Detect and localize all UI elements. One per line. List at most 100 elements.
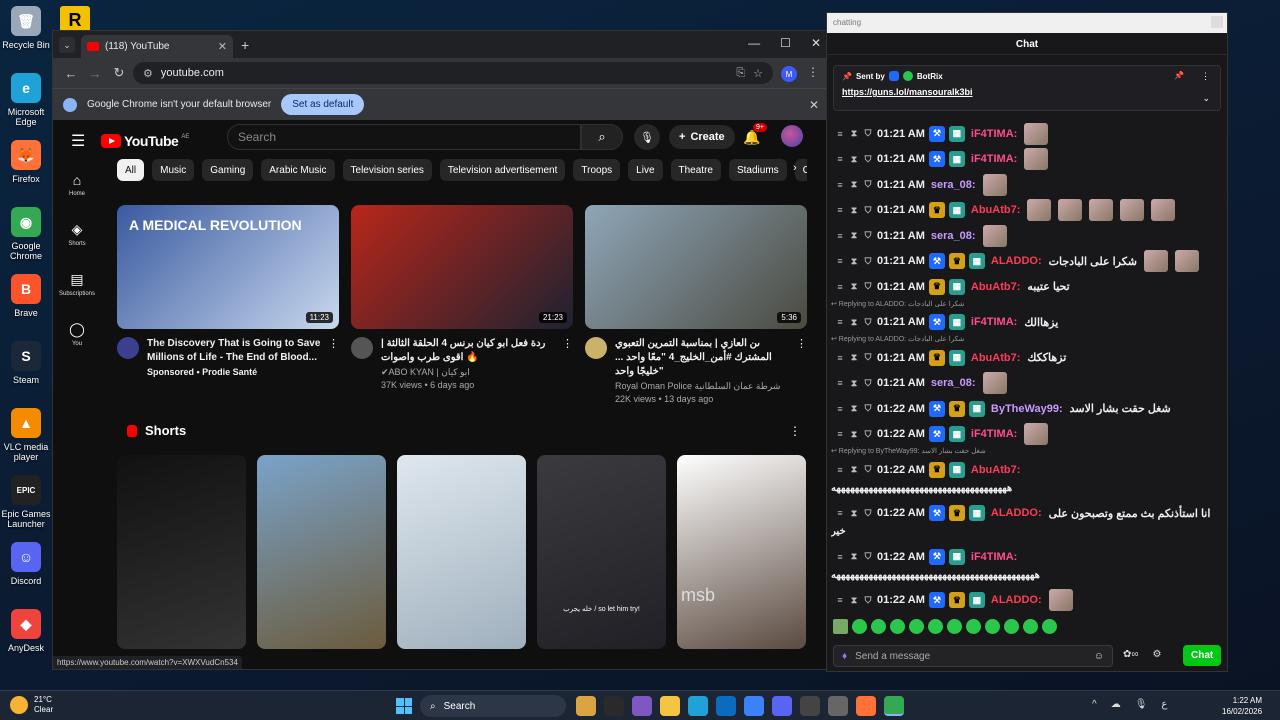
shield-icon[interactable]: ⛉ [863,205,873,216]
channel-avatar[interactable] [585,337,607,359]
taskbar-app-icon[interactable] [828,696,848,716]
chat-username[interactable]: sera_08: [931,179,976,191]
desktop-icon-firefox[interactable]: 🦊 Firefox [0,138,52,205]
short-card[interactable] [117,455,246,649]
desktop-icon-discord[interactable]: ☺ Discord [0,540,52,607]
shield-icon[interactable]: ⛉ [863,429,873,440]
youtube-logo[interactable]: YouTube AE [101,133,189,149]
channel-name[interactable]: ✔ABO KYAN | ابو كيان [381,367,559,378]
quick-emote-icon[interactable] [966,619,981,634]
chat-username[interactable]: ALADDO: [991,255,1042,267]
chips-next-icon[interactable]: › [793,162,797,174]
timeout-icon[interactable]: ⧗ [849,128,859,139]
settings-gear-icon[interactable]: ⚙ [1153,649,1162,660]
short-thumbnail[interactable] [257,455,386,649]
nav-item-subscriptions[interactable]: ▤ Subscriptions [53,259,101,309]
shield-icon[interactable]: ⛉ [863,378,873,389]
minimize-button[interactable]: — [748,36,760,50]
channel-avatar[interactable] [117,337,139,359]
quick-emote-icon[interactable] [947,619,962,634]
chat-username[interactable]: AbuAtb7: [971,464,1021,476]
filter-chip[interactable]: Live [628,159,663,181]
points-icon[interactable]: ✿∞ [1123,649,1139,660]
forward-button[interactable]: → [85,66,105,81]
quick-emote-icon[interactable] [1004,619,1019,634]
channel-name[interactable]: Royal Oman Police شرطة عمان السلطانية [615,381,793,392]
shield-icon[interactable]: ⛉ [863,154,873,165]
filter-chip[interactable]: Arabic Music [261,159,335,181]
timeout-icon[interactable]: ⧗ [849,317,859,328]
reply-context[interactable]: ↩ Replying to ALADDO: شكرا على البادجات [831,300,1221,310]
timeout-icon[interactable]: ⧗ [849,403,859,414]
shield-icon[interactable]: ⛉ [863,230,873,241]
mod-menu-icon[interactable]: ≡ [835,317,845,327]
taskbar-app-icon[interactable] [688,696,708,716]
shield-icon[interactable]: ⛉ [863,508,873,519]
shield-icon[interactable]: ⛉ [863,403,873,414]
shorts-more-icon[interactable]: ⋮ [789,424,801,438]
profile-avatar[interactable]: M [781,66,797,82]
desktop-icon-vlc-media-player[interactable]: ▲ VLC media player [0,406,52,473]
chat-input[interactable]: ♦ Send a message ☺ [833,645,1113,667]
chat-username[interactable]: sera_08: [931,230,976,242]
shield-icon[interactable]: ⛉ [863,464,873,475]
shield-icon[interactable]: ⛉ [863,551,873,562]
reply-context[interactable]: ↩ Replying to ByTheWay99: شغل حقت بشار ا… [831,447,1221,457]
short-thumbnail[interactable]: خله يجرب / so let him try! [537,455,666,649]
chat-username[interactable]: iF4TIMA: [971,551,1017,563]
channel-name[interactable]: Sponsored • Prodie Santé [147,367,325,377]
mod-menu-icon[interactable]: ≡ [835,465,845,475]
tray-chevron-icon[interactable]: ^ [1092,699,1097,710]
taskbar-app-icon[interactable] [632,696,652,716]
video-thumbnail[interactable]: 21:23 [351,205,573,329]
account-avatar[interactable] [781,125,803,147]
chat-username[interactable]: AbuAtb7: [971,352,1021,364]
close-tab-icon[interactable]: ✕ [218,40,227,53]
filter-chip[interactable]: Theatre [670,159,721,181]
taskbar-app-icon[interactable] [800,696,820,716]
filter-chip[interactable]: All [117,159,145,181]
shield-icon[interactable]: ⛉ [863,128,873,139]
network-icon[interactable]: ☁ [1111,699,1121,710]
filter-chip[interactable]: Television series [342,159,432,181]
short-thumbnail[interactable] [397,455,526,649]
taskbar-app-icon[interactable] [716,696,736,716]
shield-icon[interactable]: ⛉ [863,256,873,267]
mod-menu-icon[interactable]: ≡ [835,231,845,241]
chat-username[interactable]: AbuAtb7: [971,281,1021,293]
bookmark-star-icon[interactable]: ☆ [753,67,763,80]
chevron-down-icon[interactable]: ⌄ [1202,93,1210,104]
emoji-picker-icon[interactable]: ☺ [1094,651,1104,662]
video-more-icon[interactable]: ⋮ [796,337,807,350]
close-window-button[interactable]: ✕ [811,36,821,50]
mod-menu-icon[interactable]: ≡ [835,552,845,562]
quick-emote-icon[interactable] [871,619,886,634]
quick-emote-icon[interactable] [852,619,867,634]
taskbar-app-icon[interactable] [604,696,624,716]
video-card[interactable]: 5:36 ىن العازي | بمناسبة التمرين التعبوي … [585,205,807,404]
clock[interactable]: 1:22 AM 16/02/2026 [1222,695,1262,717]
quick-emote-icon[interactable] [1023,619,1038,634]
short-card[interactable] [257,455,386,649]
pinned-more-icon[interactable]: ⋮ [1201,71,1210,82]
chat-username[interactable]: ALADDO: [991,507,1042,519]
chat-username[interactable]: iF4TIMA: [971,153,1017,165]
chat-username[interactable]: iF4TIMA: [971,428,1017,440]
video-title[interactable]: ىن العازي | بمناسبة التمرين التعبوي المش… [615,337,793,379]
bits-icon[interactable]: ♦ [842,651,847,662]
timeout-icon[interactable]: ⧗ [849,551,859,562]
quick-emote-icon[interactable] [928,619,943,634]
pin-icon[interactable]: 📌 [1174,71,1184,80]
filter-chip[interactable]: Television advertisement [439,159,566,181]
desktop-icon-steam[interactable]: S Steam [0,339,52,406]
timeout-icon[interactable]: ⧗ [849,378,859,389]
quick-emote-icon[interactable] [909,619,924,634]
timeout-icon[interactable]: ⧗ [849,205,859,216]
install-app-icon[interactable]: ⎘ [736,67,745,80]
language-icon[interactable]: ع [1161,699,1167,710]
taskbar-search[interactable]: ⌕ Search [420,695,566,717]
timeout-icon[interactable]: ⧗ [849,230,859,241]
reply-context[interactable]: ↩ Replying to ALADDO: شكرا على البادجات [831,335,1221,345]
desktop-icon-recycle-bin[interactable]: 🗑 Recycle Bin [0,4,52,71]
tab-search-icon[interactable]: ⌄ [59,37,75,53]
